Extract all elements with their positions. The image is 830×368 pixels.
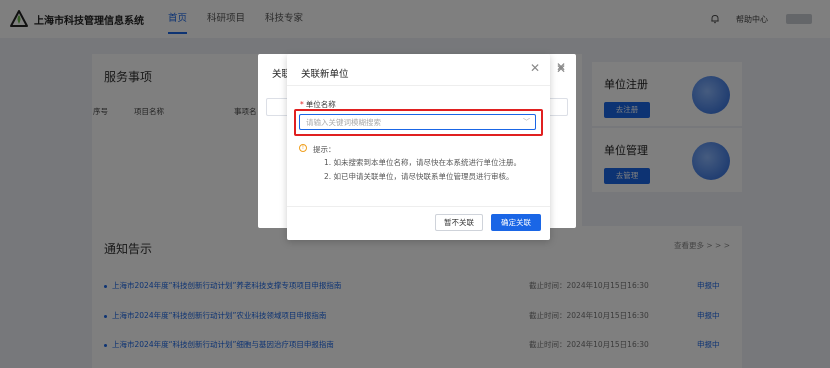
divider <box>287 206 550 207</box>
close-icon[interactable]: ✕ <box>530 61 540 75</box>
chevron-down-icon: ﹀ <box>523 118 530 126</box>
close-icon[interactable]: ✕ <box>556 60 566 74</box>
unit-name-select[interactable]: 请输入关键词模糊搜索 ﹀ <box>299 114 536 130</box>
associate-new-unit-dialog: 关联新单位 ✕ * 单位名称 请输入关键词模糊搜索 ﹀ ! 提示： 1. 如未搜索… <box>287 54 550 240</box>
required-mark: * <box>300 100 304 109</box>
dialog-title: 关联新单位 <box>301 69 349 80</box>
info-icon: ! <box>299 144 307 152</box>
tip-line-1: 1. 如未搜索到本单位名称，请尽快在本系统进行单位注册。 <box>324 158 522 167</box>
unit-name-label-text: 单位名称 <box>305 100 336 109</box>
confirm-association-button[interactable]: 确定关联 <box>491 214 541 231</box>
divider <box>287 85 550 86</box>
skip-association-button[interactable]: 暂不关联 <box>435 214 483 231</box>
unit-name-placeholder: 请输入关键词模糊搜索 <box>306 117 381 127</box>
tip-heading: 提示： <box>313 145 336 154</box>
tip-line-2: 2. 如已申请关联单位，请尽快联系单位管理员进行审核。 <box>324 172 514 181</box>
